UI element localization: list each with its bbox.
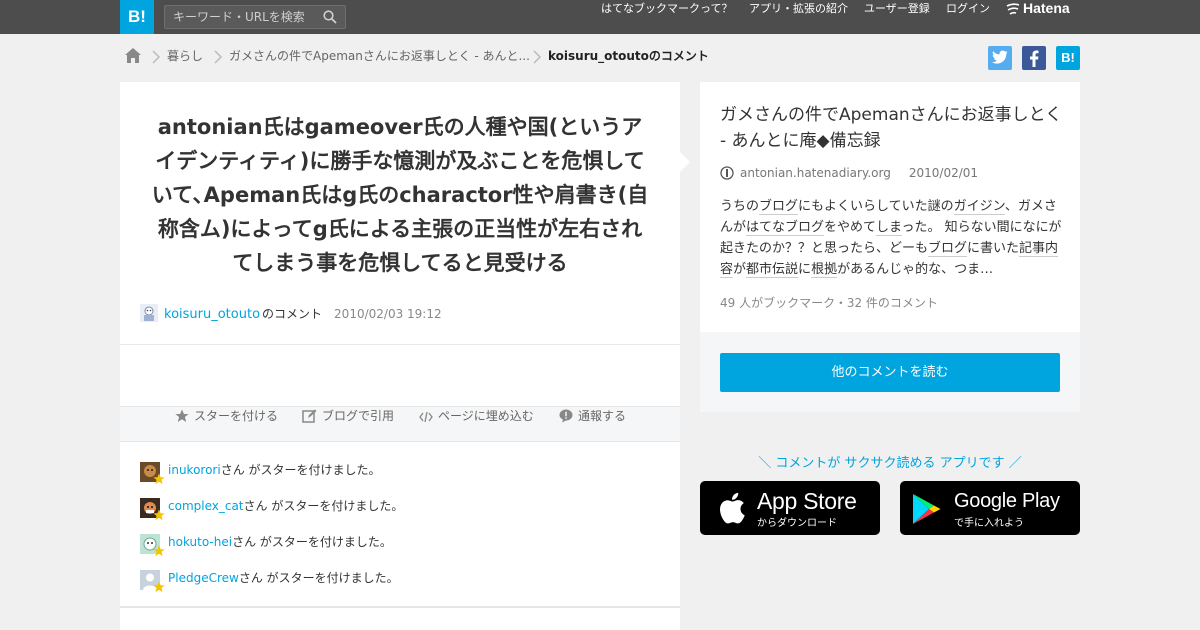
summary-text: があるんじゃ的な、つま…	[837, 262, 994, 277]
home-icon[interactable]	[124, 47, 142, 64]
add-star-button[interactable]: スターを付ける	[175, 407, 278, 441]
facebook-share-button[interactable]	[1022, 46, 1046, 70]
divider	[120, 344, 680, 345]
embed-button[interactable]: ページに埋め込む	[419, 407, 534, 441]
report-label: 通報する	[578, 409, 627, 423]
hatena-brand[interactable]: Hatena	[1006, 0, 1070, 34]
star-suffix: さん がスターを付けました。	[220, 463, 381, 477]
keyword-link[interactable]: 根拠	[811, 262, 838, 278]
search-icon[interactable]	[323, 10, 337, 24]
apple-icon	[720, 492, 745, 524]
chevron-right-icon	[152, 50, 161, 64]
comment-author: koisuru_otouto のコメント 2010/02/03 19:12	[140, 304, 442, 326]
google-play-title: Google Play	[954, 490, 1060, 512]
edit-icon	[302, 409, 317, 423]
hatena-bookmark-logo[interactable]: B!	[120, 0, 154, 34]
nav-apps[interactable]: アプリ・拡張の紹介	[749, 0, 848, 34]
comment-author-suffix: のコメント	[262, 307, 323, 321]
entry-card: ガメさんの件でApemanさんにお返事しとく - あんとに庵◆備忘録 anton…	[700, 82, 1080, 412]
app-promo-headline: ＼ コメントが サクサク読める アプリです ／	[758, 456, 1022, 471]
keyword-link[interactable]: ブログ	[759, 199, 799, 215]
entry-domain-link[interactable]: antonian.hatenadiary.org	[740, 166, 891, 180]
facebook-icon	[1030, 50, 1039, 67]
app-store-badge[interactable]: App Store からダウンロード	[700, 481, 880, 535]
keyword-link[interactable]: しま	[876, 220, 902, 236]
app-store-subtitle: からダウンロード	[757, 518, 837, 529]
nav-about[interactable]: はてなブックマークって？	[601, 0, 732, 34]
entry-counts[interactable]: 49 人がブックマーク・32 件のコメント	[720, 294, 938, 311]
comment-text: antonian氏はgameover氏の人種や国(というアイデンティティ)に勝手…	[151, 115, 649, 275]
divider	[120, 606, 680, 608]
nav-register[interactable]: ユーザー登録	[864, 0, 930, 34]
comment-author-link[interactable]: koisuru_otouto	[164, 307, 260, 322]
site-favicon-icon	[720, 166, 734, 180]
star-icon	[153, 581, 165, 593]
add-star-label: スターを付ける	[194, 409, 279, 423]
read-other-comments-button[interactable]: 他のコメントを読む	[720, 353, 1060, 392]
star-user-link[interactable]: inukorori	[168, 463, 221, 477]
report-button[interactable]: 通報する	[559, 407, 626, 441]
comment-date[interactable]: 2010/02/03 19:12	[334, 307, 442, 321]
google-play-icon	[913, 494, 941, 524]
hatena-wing-icon	[1006, 3, 1020, 15]
embed-label: ページに埋め込む	[438, 409, 534, 423]
keyword-link[interactable]: ブログ	[928, 241, 968, 257]
star-suffix: さん がスターを付けました。	[238, 571, 399, 585]
search-input[interactable]	[165, 6, 315, 28]
entry-date: 2010/02/01	[908, 166, 979, 180]
avatar[interactable]	[140, 304, 158, 322]
summary-text: に	[798, 262, 812, 277]
chevron-right-icon	[214, 50, 223, 64]
entry-meta: antonian.hatenadiary.org 2010/02/01	[720, 166, 978, 184]
entry-title-link[interactable]: ガメさんの件でApemanさんにお返事しとく - あんとに庵◆備忘録	[720, 102, 1065, 154]
hatena-brand-label: Hatena	[1023, 0, 1070, 16]
summary-text: うちの	[720, 199, 760, 214]
code-icon	[419, 411, 433, 423]
quote-in-blog-label: ブログで引用	[322, 409, 395, 423]
twitter-icon	[992, 50, 1008, 64]
star-icon	[153, 509, 165, 521]
hatena-bookmark-share-button[interactable]: B!	[1056, 46, 1080, 70]
summary-text: が	[733, 262, 747, 277]
summary-text: に書いた	[967, 241, 1020, 256]
keyword-link[interactable]: ガイジン	[953, 199, 1005, 215]
google-play-subtitle: で手に入れよう	[954, 518, 1024, 529]
entry-summary: うちのブログにもよくいらしていた謎のガイジン、ガメさんがはてなブログをやめてしま…	[720, 196, 1062, 280]
twitter-share-button[interactable]	[988, 46, 1012, 70]
chevron-right-icon	[533, 50, 542, 64]
star-icon	[153, 473, 165, 485]
nav-login[interactable]: ログイン	[946, 0, 990, 34]
summary-text: をやめて	[824, 220, 877, 235]
app-store-title: App Store	[757, 488, 857, 514]
breadcrumb-entry[interactable]: ガメさんの件でApemanさんにお返事しとく - あんと...	[229, 47, 530, 67]
keyword-link[interactable]: 都市伝説	[746, 262, 799, 278]
search-box[interactable]	[164, 5, 346, 29]
breadcrumb-current: koisuru_otoutoのコメント	[548, 49, 709, 63]
star-user-link[interactable]: PledgeCrew	[168, 571, 239, 585]
quote-in-blog-button[interactable]: ブログで引用	[302, 407, 394, 441]
star-suffix: さん がスターを付けました。	[243, 499, 404, 513]
breadcrumb-category[interactable]: 暮らし	[167, 47, 203, 67]
report-icon	[559, 409, 573, 423]
keyword-link[interactable]: はてなブログ	[746, 220, 825, 236]
card-pointer	[680, 152, 690, 172]
star-icon	[175, 409, 189, 422]
star-icon	[153, 545, 165, 557]
summary-text: にもよくいらしていた謎の	[798, 199, 954, 214]
star-suffix: さん がスターを付けました。	[232, 535, 392, 549]
star-user-link[interactable]: hokuto-hei	[168, 535, 232, 549]
action-bar: スターを付ける ブログで引用 ページに埋め込む 通報する	[120, 406, 680, 442]
top-bar: B! はてなブックマークって？ アプリ・拡張の紹介 ユーザー登録 ログイン Ha…	[0, 0, 1200, 34]
comment-card: antonian氏はgameover氏の人種や国(というアイデンティティ)に勝手…	[120, 82, 680, 630]
google-play-badge[interactable]: Google Play で手に入れよう	[900, 481, 1080, 535]
star-user-link[interactable]: complex_cat	[168, 499, 244, 513]
